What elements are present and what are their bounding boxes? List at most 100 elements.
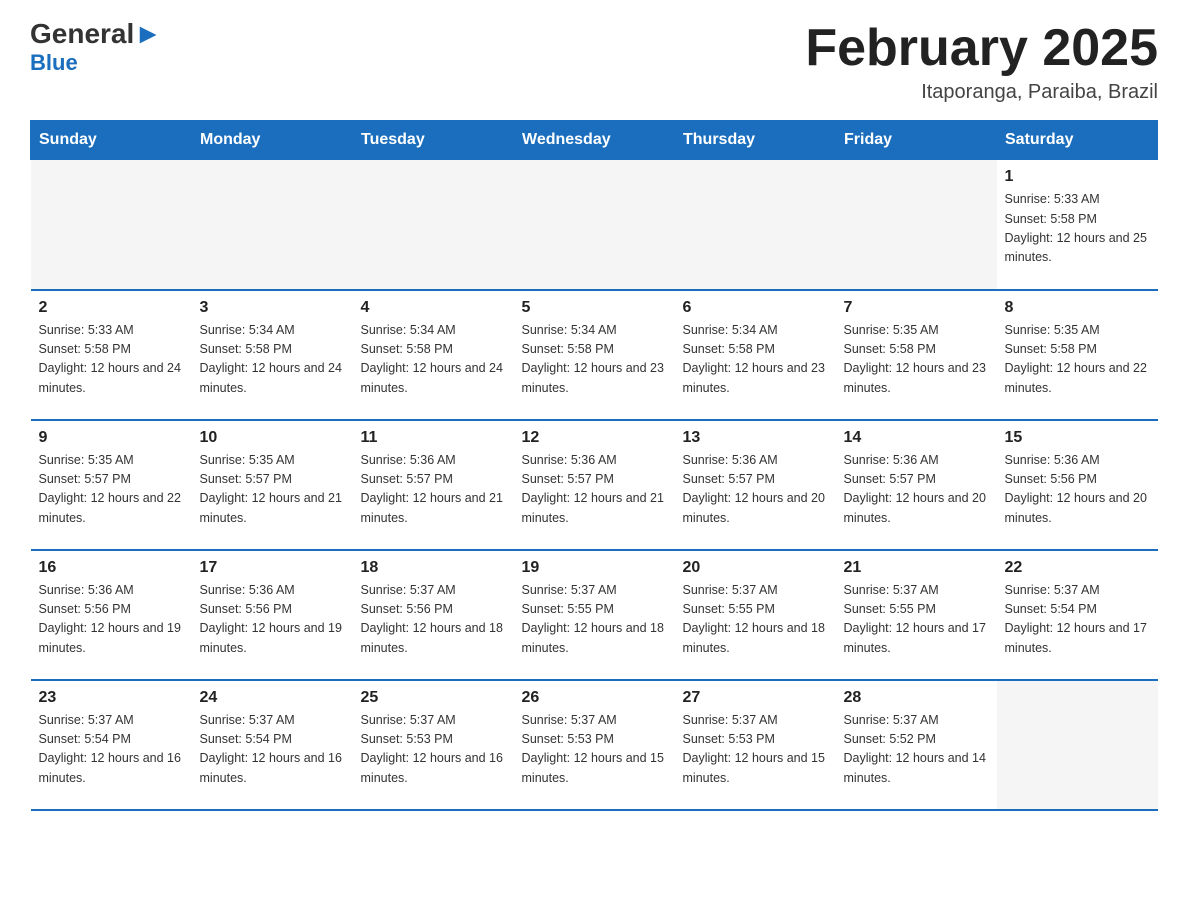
day-info: Sunrise: 5:33 AM Sunset: 5:58 PM Dayligh… xyxy=(39,321,184,399)
day-info: Sunrise: 5:37 AM Sunset: 5:52 PM Dayligh… xyxy=(844,711,989,789)
calendar-cell: 8 Sunrise: 5:35 AM Sunset: 5:58 PM Daylig… xyxy=(997,290,1158,420)
calendar-week-row: 9Sunrise: 5:35 AM Sunset: 5:57 PM Daylig… xyxy=(31,420,1158,550)
calendar-cell xyxy=(192,160,353,290)
calendar-cell: 13 Sunrise: 5:36 AM Sunset: 5:57 PM Dayli… xyxy=(675,420,836,550)
weekday-header-row: SundayMondayTuesdayWednesdayThursdayFrid… xyxy=(31,121,1158,160)
calendar-cell: 5 Sunrise: 5:34 AM Sunset: 5:58 PM Daylig… xyxy=(514,290,675,420)
calendar-cell: 11Sunrise: 5:36 AM Sunset: 5:57 PM Dayli… xyxy=(353,420,514,550)
day-info: Sunrise: 5:35 AM Sunset: 5:58 PM Dayligh… xyxy=(1005,321,1150,399)
calendar-cell: 21 Sunrise: 5:37 AM Sunset: 5:55 PM Dayli… xyxy=(836,550,997,680)
day-number: 3 xyxy=(200,299,345,317)
day-number: 12 xyxy=(522,429,667,447)
weekday-header-saturday: Saturday xyxy=(997,121,1158,160)
day-number: 25 xyxy=(361,689,506,707)
day-info: Sunrise: 5:35 AM Sunset: 5:57 PM Dayligh… xyxy=(39,451,184,529)
weekday-header-wednesday: Wednesday xyxy=(514,121,675,160)
day-info: Sunrise: 5:36 AM Sunset: 5:56 PM Dayligh… xyxy=(1005,451,1150,529)
day-number: 27 xyxy=(683,689,828,707)
calendar-cell: 2 Sunrise: 5:33 AM Sunset: 5:58 PM Daylig… xyxy=(31,290,192,420)
day-number: 10 xyxy=(200,429,345,447)
day-number: 4 xyxy=(361,299,506,317)
day-info: Sunrise: 5:37 AM Sunset: 5:53 PM Dayligh… xyxy=(361,711,506,789)
day-number: 18 xyxy=(361,559,506,577)
day-number: 28 xyxy=(844,689,989,707)
calendar-cell: 17Sunrise: 5:36 AM Sunset: 5:56 PM Dayli… xyxy=(192,550,353,680)
calendar-week-row: 1 Sunrise: 5:33 AM Sunset: 5:58 PM Daylig… xyxy=(31,160,1158,290)
day-info: Sunrise: 5:34 AM Sunset: 5:58 PM Dayligh… xyxy=(200,321,345,399)
day-info: Sunrise: 5:37 AM Sunset: 5:54 PM Dayligh… xyxy=(1005,581,1150,659)
day-number: 20 xyxy=(683,559,828,577)
month-title: February 2025 xyxy=(805,20,1158,77)
day-number: 2 xyxy=(39,299,184,317)
calendar-table: SundayMondayTuesdayWednesdayThursdayFrid… xyxy=(30,120,1158,811)
logo-blue-text: Blue xyxy=(30,50,78,76)
calendar-cell: 26 Sunrise: 5:37 AM Sunset: 5:53 PM Dayli… xyxy=(514,680,675,810)
day-number: 13 xyxy=(683,429,828,447)
weekday-header-monday: Monday xyxy=(192,121,353,160)
calendar-cell: 20Sunrise: 5:37 AM Sunset: 5:55 PM Dayli… xyxy=(675,550,836,680)
day-info: Sunrise: 5:37 AM Sunset: 5:53 PM Dayligh… xyxy=(522,711,667,789)
weekday-header-thursday: Thursday xyxy=(675,121,836,160)
location: Itaporanga, Paraiba, Brazil xyxy=(805,81,1158,104)
day-number: 14 xyxy=(844,429,989,447)
weekday-header-sunday: Sunday xyxy=(31,121,192,160)
day-number: 21 xyxy=(844,559,989,577)
day-number: 15 xyxy=(1005,429,1150,447)
calendar-cell: 3 Sunrise: 5:34 AM Sunset: 5:58 PM Daylig… xyxy=(192,290,353,420)
day-number: 8 xyxy=(1005,299,1150,317)
calendar-cell: 12 Sunrise: 5:36 AM Sunset: 5:57 PM Dayli… xyxy=(514,420,675,550)
calendar-cell: 16 Sunrise: 5:36 AM Sunset: 5:56 PM Dayli… xyxy=(31,550,192,680)
calendar-cell xyxy=(31,160,192,290)
day-number: 1 xyxy=(1005,168,1150,186)
calendar-cell: 19 Sunrise: 5:37 AM Sunset: 5:55 PM Dayli… xyxy=(514,550,675,680)
day-info: Sunrise: 5:36 AM Sunset: 5:57 PM Dayligh… xyxy=(844,451,989,529)
day-info: Sunrise: 5:36 AM Sunset: 5:56 PM Dayligh… xyxy=(200,581,345,659)
title-area: February 2025 Itaporanga, Paraiba, Brazi… xyxy=(805,20,1158,104)
calendar-cell: 9Sunrise: 5:35 AM Sunset: 5:57 PM Daylig… xyxy=(31,420,192,550)
calendar-cell: 27 Sunrise: 5:37 AM Sunset: 5:53 PM Dayli… xyxy=(675,680,836,810)
day-info: Sunrise: 5:34 AM Sunset: 5:58 PM Dayligh… xyxy=(683,321,828,399)
logo-text: General► xyxy=(30,20,162,48)
day-number: 23 xyxy=(39,689,184,707)
calendar-cell: 15 Sunrise: 5:36 AM Sunset: 5:56 PM Dayli… xyxy=(997,420,1158,550)
day-info: Sunrise: 5:36 AM Sunset: 5:56 PM Dayligh… xyxy=(39,581,184,659)
day-number: 7 xyxy=(844,299,989,317)
weekday-header-tuesday: Tuesday xyxy=(353,121,514,160)
calendar-cell: 18 Sunrise: 5:37 AM Sunset: 5:56 PM Dayli… xyxy=(353,550,514,680)
day-info: Sunrise: 5:37 AM Sunset: 5:55 PM Dayligh… xyxy=(844,581,989,659)
day-info: Sunrise: 5:36 AM Sunset: 5:57 PM Dayligh… xyxy=(361,451,506,529)
day-info: Sunrise: 5:37 AM Sunset: 5:55 PM Dayligh… xyxy=(522,581,667,659)
calendar-cell: 25 Sunrise: 5:37 AM Sunset: 5:53 PM Dayli… xyxy=(353,680,514,810)
calendar-cell: 28 Sunrise: 5:37 AM Sunset: 5:52 PM Dayli… xyxy=(836,680,997,810)
calendar-cell xyxy=(675,160,836,290)
day-number: 16 xyxy=(39,559,184,577)
calendar-week-row: 2 Sunrise: 5:33 AM Sunset: 5:58 PM Daylig… xyxy=(31,290,1158,420)
calendar-cell xyxy=(997,680,1158,810)
day-number: 22 xyxy=(1005,559,1150,577)
day-info: Sunrise: 5:36 AM Sunset: 5:57 PM Dayligh… xyxy=(522,451,667,529)
day-info: Sunrise: 5:36 AM Sunset: 5:57 PM Dayligh… xyxy=(683,451,828,529)
day-info: Sunrise: 5:34 AM Sunset: 5:58 PM Dayligh… xyxy=(522,321,667,399)
logo-arrow-icon: ► xyxy=(134,20,162,48)
calendar-week-row: 16 Sunrise: 5:36 AM Sunset: 5:56 PM Dayli… xyxy=(31,550,1158,680)
calendar-cell: 7Sunrise: 5:35 AM Sunset: 5:58 PM Daylig… xyxy=(836,290,997,420)
day-info: Sunrise: 5:37 AM Sunset: 5:56 PM Dayligh… xyxy=(361,581,506,659)
day-info: Sunrise: 5:35 AM Sunset: 5:57 PM Dayligh… xyxy=(200,451,345,529)
page-header: General► Blue February 2025 Itaporanga, … xyxy=(30,20,1158,104)
calendar-cell xyxy=(353,160,514,290)
calendar-cell: 24Sunrise: 5:37 AM Sunset: 5:54 PM Dayli… xyxy=(192,680,353,810)
day-number: 6 xyxy=(683,299,828,317)
day-info: Sunrise: 5:37 AM Sunset: 5:54 PM Dayligh… xyxy=(39,711,184,789)
day-number: 5 xyxy=(522,299,667,317)
calendar-cell: 14 Sunrise: 5:36 AM Sunset: 5:57 PM Dayli… xyxy=(836,420,997,550)
calendar-cell: 22 Sunrise: 5:37 AM Sunset: 5:54 PM Dayli… xyxy=(997,550,1158,680)
day-number: 19 xyxy=(522,559,667,577)
weekday-header-friday: Friday xyxy=(836,121,997,160)
calendar-cell xyxy=(836,160,997,290)
calendar-cell: 6 Sunrise: 5:34 AM Sunset: 5:58 PM Daylig… xyxy=(675,290,836,420)
calendar-cell: 10 Sunrise: 5:35 AM Sunset: 5:57 PM Dayli… xyxy=(192,420,353,550)
day-number: 26 xyxy=(522,689,667,707)
day-info: Sunrise: 5:33 AM Sunset: 5:58 PM Dayligh… xyxy=(1005,190,1150,268)
day-info: Sunrise: 5:37 AM Sunset: 5:53 PM Dayligh… xyxy=(683,711,828,789)
day-info: Sunrise: 5:34 AM Sunset: 5:58 PM Dayligh… xyxy=(361,321,506,399)
